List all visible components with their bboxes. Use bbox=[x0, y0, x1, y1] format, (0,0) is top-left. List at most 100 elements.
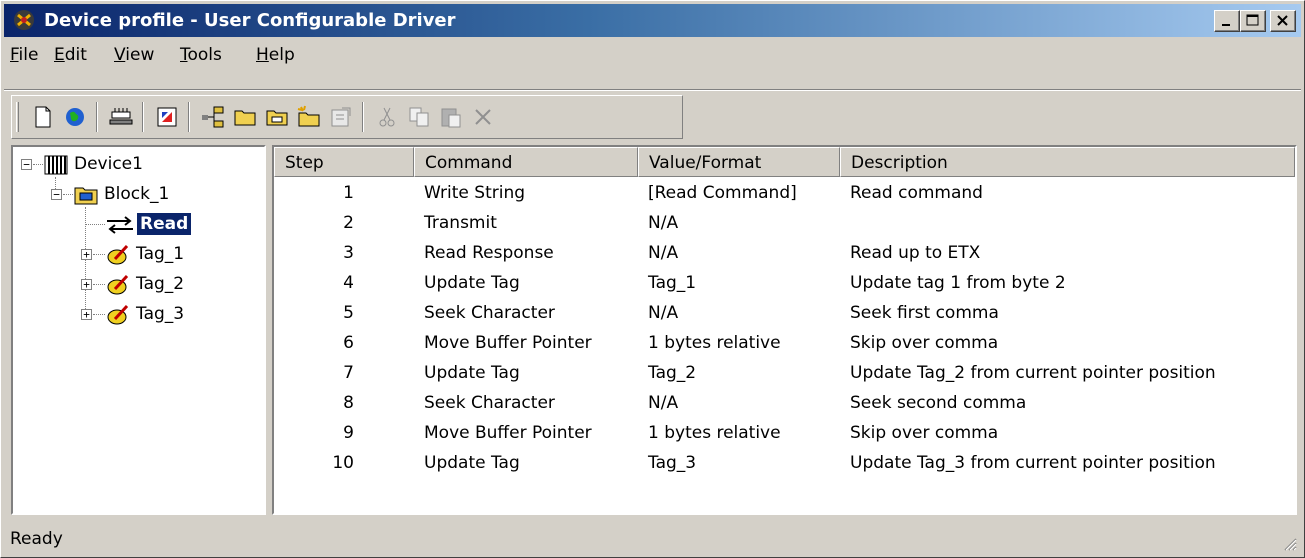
cell-description: Skip over comma bbox=[850, 423, 999, 443]
device-tree[interactable]: − Device1 − Block_1 Read + Tag_1 + Tag_2… bbox=[11, 145, 266, 515]
expand-icon[interactable]: + bbox=[81, 249, 92, 260]
cell-description: Update Tag_3 from current pointer positi… bbox=[850, 453, 1216, 473]
tree-item-tag3[interactable]: + Tag_3 bbox=[17, 301, 257, 329]
column-header-description[interactable]: Description bbox=[840, 147, 1295, 177]
device-button[interactable] bbox=[108, 104, 134, 130]
folder-open-button[interactable] bbox=[264, 104, 290, 130]
menu-edit-label: Edit bbox=[54, 45, 87, 65]
collapse-icon[interactable]: − bbox=[51, 189, 62, 200]
properties-button[interactable] bbox=[328, 104, 354, 130]
folder-icon bbox=[234, 110, 256, 126]
cell-value: Tag_3 bbox=[648, 453, 697, 473]
command-list[interactable]: Step Command Value/Format Description 1 W… bbox=[272, 145, 1297, 515]
folder-button[interactable] bbox=[232, 104, 258, 130]
menu-tools-label: Tools bbox=[180, 45, 222, 65]
menu-tools[interactable]: Tools bbox=[180, 45, 222, 65]
paste-button[interactable] bbox=[438, 104, 464, 130]
tree-label-block1: Block_1 bbox=[104, 184, 170, 204]
table-row[interactable]: 3 Read Response N/A Read up to ETX bbox=[274, 239, 1295, 269]
cell-step: 4 bbox=[343, 273, 354, 293]
table-row[interactable]: 10 Update Tag Tag_3 Update Tag_3 from curre… bbox=[274, 449, 1295, 479]
menu-edit[interactable]: Edit bbox=[54, 45, 87, 65]
maximize-button[interactable] bbox=[1240, 10, 1266, 32]
folder-new-button[interactable] bbox=[296, 104, 322, 130]
menu-help-label: Help bbox=[256, 45, 295, 65]
cell-value: Tag_1 bbox=[648, 273, 697, 293]
table-row[interactable]: 5 Seek Character N/A Seek first comma bbox=[274, 299, 1295, 329]
expand-icon[interactable]: + bbox=[81, 279, 92, 290]
cell-value: N/A bbox=[648, 243, 679, 263]
record-button[interactable] bbox=[154, 104, 180, 130]
tree-item-tag2[interactable]: + Tag_2 bbox=[17, 271, 257, 299]
table-row[interactable]: 1 Write String [Read Command] Read command bbox=[274, 179, 1295, 209]
table-row[interactable]: 6 Move Buffer Pointer 1 bytes relative Skip… bbox=[274, 329, 1295, 359]
minimize-icon bbox=[1222, 24, 1230, 26]
cell-description: Update tag 1 from byte 2 bbox=[850, 273, 1066, 293]
cell-value: 1 bytes relative bbox=[648, 423, 781, 443]
table-row[interactable]: 4 Update Tag Tag_1 Update tag 1 from byte 2 bbox=[274, 269, 1295, 299]
menu-help[interactable]: Help bbox=[256, 45, 295, 65]
cell-step: 5 bbox=[343, 303, 354, 323]
table-row[interactable]: 2 Transmit N/A bbox=[274, 209, 1295, 239]
copy-button[interactable] bbox=[406, 104, 432, 130]
cell-description: Read up to ETX bbox=[850, 243, 981, 263]
cell-command: Update Tag bbox=[424, 363, 520, 383]
column-header-label: Value/Format bbox=[649, 153, 762, 173]
tag-icon bbox=[107, 244, 129, 265]
table-row[interactable]: 9 Move Buffer Pointer 1 bytes relative Skip… bbox=[274, 419, 1295, 449]
collapse-icon[interactable]: − bbox=[21, 159, 32, 170]
tree-item-tag1[interactable]: + Tag_1 bbox=[17, 241, 257, 269]
tree-item-read[interactable]: Read bbox=[17, 211, 257, 239]
column-header-step[interactable]: Step bbox=[274, 147, 414, 177]
column-header-label: Command bbox=[425, 153, 513, 173]
cell-command: Move Buffer Pointer bbox=[424, 423, 592, 443]
resize-grip-icon[interactable] bbox=[1283, 537, 1297, 551]
tree-item-device1[interactable]: − Device1 bbox=[17, 151, 257, 179]
new-button[interactable] bbox=[30, 104, 56, 130]
folder-new-icon bbox=[297, 105, 320, 127]
column-header-command[interactable]: Command bbox=[414, 147, 638, 177]
cell-description: Update Tag_2 from current pointer positi… bbox=[850, 363, 1216, 383]
copy-icon bbox=[409, 107, 429, 127]
device-icon bbox=[109, 108, 133, 125]
expand-icon[interactable]: + bbox=[81, 309, 92, 320]
app-icon bbox=[14, 10, 34, 30]
cell-step: 3 bbox=[343, 243, 354, 263]
globe-button[interactable] bbox=[62, 104, 88, 130]
toolbar-separator bbox=[142, 102, 144, 132]
cell-value: [Read Command] bbox=[648, 183, 797, 203]
title-bar[interactable]: Device profile - User Configurable Drive… bbox=[4, 4, 1301, 37]
close-button[interactable] bbox=[1270, 10, 1296, 32]
menu-file[interactable]: File bbox=[10, 45, 38, 65]
app-window: Device profile - User Configurable Drive… bbox=[0, 0, 1305, 558]
cell-step: 9 bbox=[343, 423, 354, 443]
paste-icon bbox=[441, 108, 461, 128]
cell-command: Move Buffer Pointer bbox=[424, 333, 592, 353]
cell-command: Update Tag bbox=[424, 273, 520, 293]
table-row[interactable]: 7 Update Tag Tag_2 Update Tag_2 from curren… bbox=[274, 359, 1295, 389]
toolbar-grip[interactable] bbox=[16, 102, 19, 132]
minimize-button[interactable] bbox=[1214, 10, 1240, 32]
cell-command: Seek Character bbox=[424, 393, 555, 413]
cell-command: Transmit bbox=[424, 213, 497, 233]
cell-description: Read command bbox=[850, 183, 983, 203]
cell-value: N/A bbox=[648, 303, 679, 323]
cell-step: 10 bbox=[332, 453, 354, 473]
cell-command: Read Response bbox=[424, 243, 554, 263]
column-header-value[interactable]: Value/Format bbox=[638, 147, 840, 177]
menu-view[interactable]: View bbox=[114, 45, 154, 65]
tree-connector bbox=[93, 284, 105, 285]
menu-file-label: File bbox=[10, 45, 39, 65]
tree-item-block1[interactable]: − Block_1 bbox=[17, 181, 257, 209]
tree-connector bbox=[93, 254, 105, 255]
maximize-icon bbox=[1246, 14, 1259, 26]
tree-icon bbox=[202, 106, 224, 128]
tree-button[interactable] bbox=[200, 104, 226, 130]
delete-button[interactable] bbox=[470, 104, 496, 130]
cell-step: 6 bbox=[343, 333, 354, 353]
table-row[interactable]: 8 Seek Character N/A Seek second comma bbox=[274, 389, 1295, 419]
status-text: Ready bbox=[10, 529, 63, 549]
cut-button[interactable] bbox=[374, 104, 400, 130]
new-icon bbox=[35, 106, 51, 128]
record-icon bbox=[157, 107, 177, 127]
